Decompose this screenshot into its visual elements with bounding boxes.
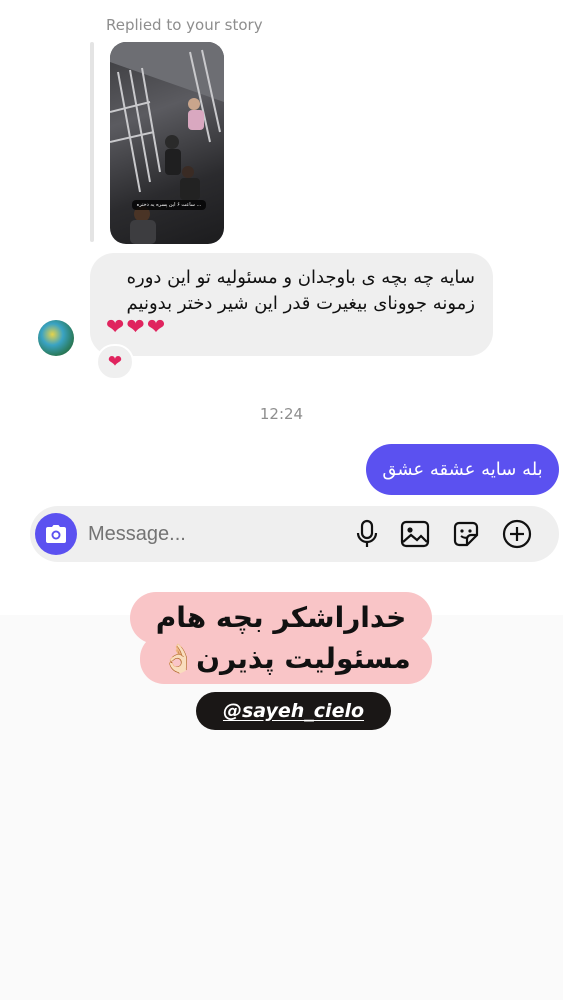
more-button[interactable] [502,519,532,549]
story-caption: ساعت ۶ این پسره یه دختره ... [132,200,206,210]
screen: Replied to your story ساعت ۶ این پسره یه… [0,0,563,1000]
camera-icon [46,525,66,543]
sticker-icon [453,521,479,547]
heart-emojis: ❤❤❤ [106,315,168,340]
reply-label: Replied to your story [106,16,263,34]
avatar[interactable] [38,320,74,356]
gallery-button[interactable] [400,519,430,549]
reply-indicator-bar [90,42,94,242]
camera-button[interactable] [35,513,77,555]
story-thumbnail[interactable]: ساعت ۶ این پسره یه دختره ... [110,42,224,244]
chat-thread: Replied to your story ساعت ۶ این پسره یه… [0,0,563,615]
microphone-icon [356,519,378,547]
story-photo [110,42,224,244]
microphone-button[interactable] [352,519,382,549]
gallery-icon [400,520,430,548]
sticker-button[interactable] [451,519,481,549]
outgoing-message-text: بله سایه عشقه عشق [382,459,543,480]
mention-tag[interactable]: @sayeh_cielo [196,692,391,730]
outgoing-message-bubble[interactable]: بله سایه عشقه عشق [366,444,559,495]
message-composer [30,506,559,562]
incoming-message-text: سایه چه بچه ی باوجدان و مسئولیه تو این د… [126,267,475,314]
message-timestamp: 12:24 [259,405,304,423]
incoming-message-bubble[interactable]: سایه چه بچه ی باوجدان و مسئولیه تو این د… [90,253,493,356]
plus-icon [502,519,532,549]
message-input[interactable] [88,514,338,554]
caption-line-2: مسئولیت پذیرن👌🏻 [140,634,432,684]
reaction-heart-icon[interactable]: ❤ [96,344,134,380]
